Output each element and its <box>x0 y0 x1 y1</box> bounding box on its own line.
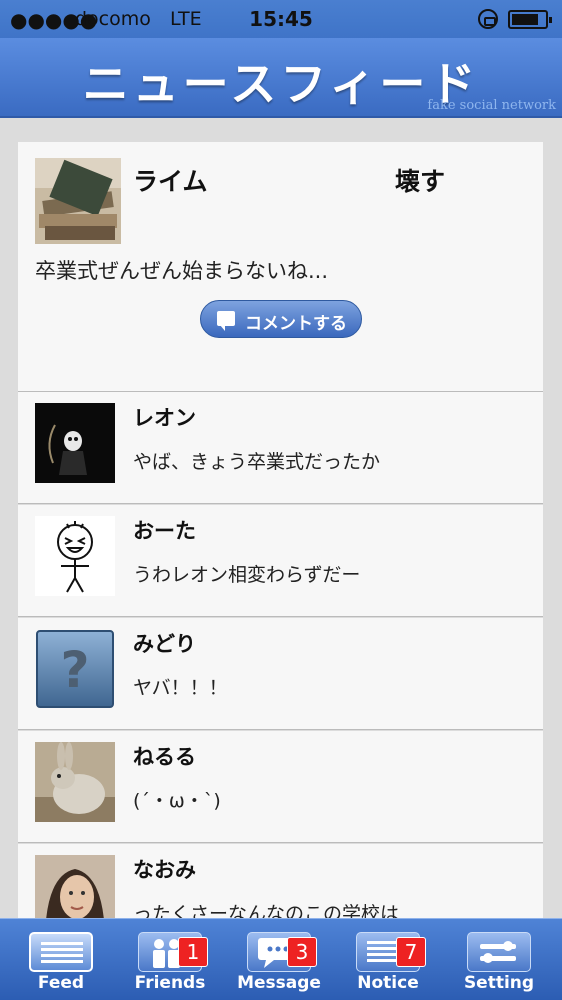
friend-name[interactable]: なおみ <box>133 854 196 884</box>
friend-message: ったくさーなんなのこの学校は <box>133 903 400 918</box>
tab-label: Setting <box>463 973 535 993</box>
notification-badge: 1 <box>178 937 208 967</box>
tab-label: Notice <box>357 973 419 993</box>
tab-label: Feed <box>37 973 85 993</box>
speech-bubble-icon <box>217 311 235 331</box>
comment-button-label: コメントする <box>245 314 347 334</box>
break-link[interactable]: 壊す <box>395 162 445 198</box>
feed-item[interactable]: ねるる (´・ω・`) <box>18 731 543 843</box>
friend-message: うわレオン相変わらずだー <box>133 564 361 586</box>
avatar[interactable] <box>35 742 115 822</box>
battery-icon <box>508 10 552 29</box>
app-subtitle: fake social network <box>427 98 556 113</box>
status-bar: ●●●●● docomo LTE 15:45 <box>0 0 562 38</box>
avatar[interactable] <box>35 403 115 483</box>
tab-feed[interactable]: Feed <box>11 919 111 1000</box>
tab-bar: Feed 1 Friends 3 Message 7 Notice Settin… <box>0 918 562 1000</box>
navigation-bar: ニュースフィード fake social network <box>0 38 562 118</box>
friend-name[interactable]: おーた <box>133 515 196 545</box>
rotation-lock-icon <box>478 9 498 29</box>
tab-notice[interactable]: 7 Notice <box>338 919 438 1000</box>
avatar[interactable] <box>35 516 115 596</box>
placeholder-avatar-icon[interactable]: ? <box>35 629 115 709</box>
tab-label: Friends <box>134 973 206 993</box>
friend-name[interactable]: ねるる <box>133 741 196 771</box>
avatar[interactable] <box>35 158 121 244</box>
friend-name[interactable]: レオン <box>133 402 196 432</box>
friend-message: ヤバ！！！ <box>133 677 228 699</box>
notification-badge: 3 <box>287 937 317 967</box>
wrench-icon <box>467 932 531 972</box>
friend-message: やば、きょう卒業式だったか <box>133 451 381 473</box>
notification-badge: 7 <box>396 937 426 967</box>
tab-friends[interactable]: 1 Friends <box>120 919 220 1000</box>
post-text: 卒業式ぜんぜん始まらないね... <box>35 259 329 283</box>
tab-setting[interactable]: Setting <box>449 919 549 1000</box>
featured-post: ライム 壊す 卒業式ぜんぜん始まらないね... コメントする <box>18 142 543 392</box>
post-author-name[interactable]: ライム <box>133 162 208 198</box>
news-feed[interactable]: ライム 壊す 卒業式ぜんぜん始まらないね... コメントする レオン やば、きょ… <box>18 142 543 918</box>
friend-name[interactable]: みどり <box>133 628 196 658</box>
feed-item[interactable]: ? みどり ヤバ！！！ <box>18 618 543 730</box>
feed-item[interactable]: おーた うわレオン相変わらずだー <box>18 505 543 617</box>
feed-item[interactable]: レオン やば、きょう卒業式だったか <box>18 392 543 504</box>
feed-item[interactable]: なおみ ったくさーなんなのこの学校は <box>18 844 543 918</box>
avatar[interactable] <box>35 855 115 918</box>
newspaper-icon <box>29 932 93 972</box>
tab-label: Message <box>237 973 321 993</box>
tab-message[interactable]: 3 Message <box>229 919 329 1000</box>
friend-message: (´・ω・`) <box>133 790 221 812</box>
svg-text:?: ? <box>60 641 89 699</box>
comment-button[interactable]: コメントする <box>200 300 362 338</box>
